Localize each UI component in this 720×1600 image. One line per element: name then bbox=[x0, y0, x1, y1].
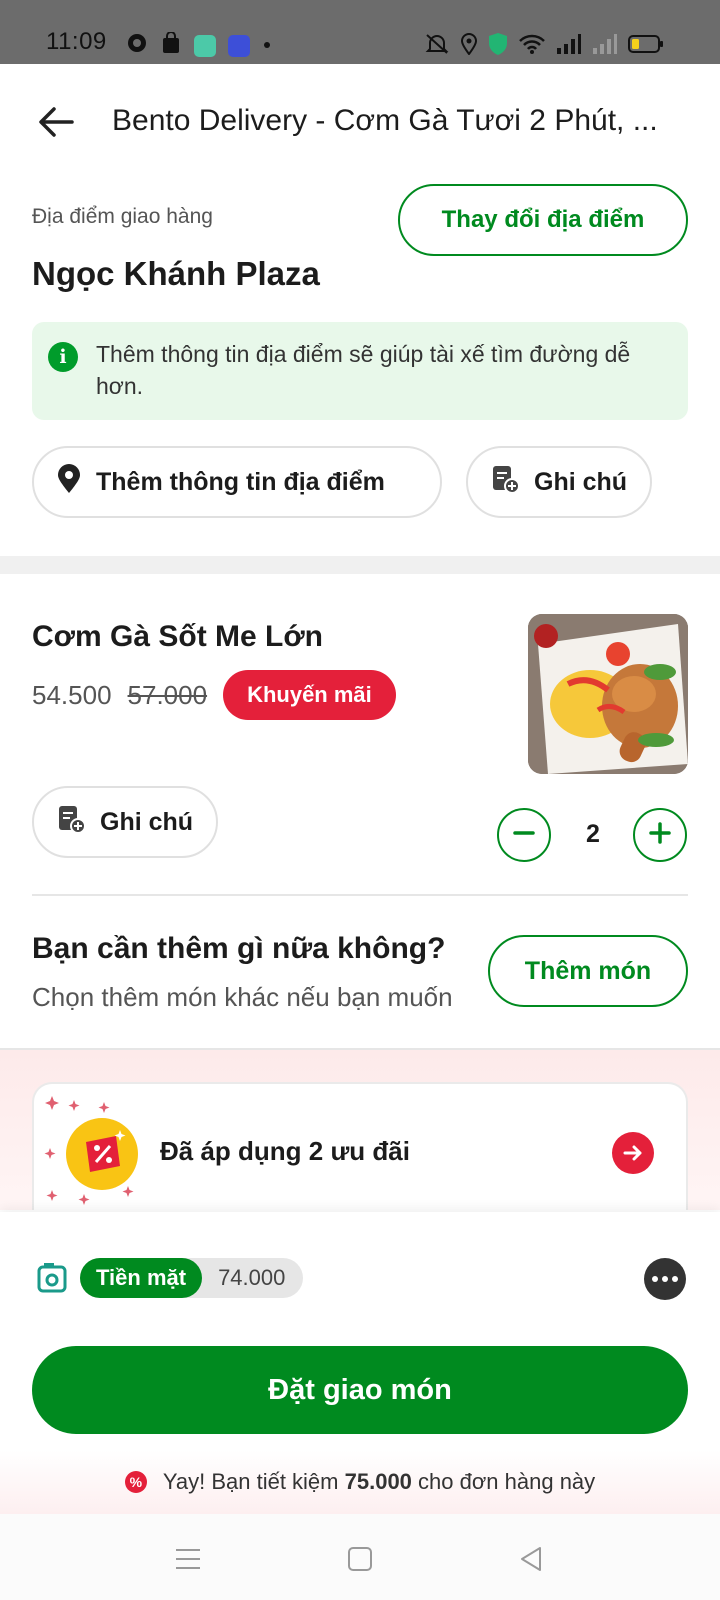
payment-method-label: Tiền mặt bbox=[80, 1258, 203, 1298]
add-location-info-label: Thêm thông tin địa điểm bbox=[96, 467, 385, 496]
signal-secondary-icon bbox=[592, 33, 618, 60]
shield-icon bbox=[488, 32, 508, 61]
menu-icon[interactable] bbox=[173, 1544, 203, 1574]
back-icon[interactable] bbox=[516, 1544, 546, 1574]
plus-icon bbox=[648, 821, 672, 850]
food-image bbox=[528, 614, 688, 774]
status-bar: 11:09 bbox=[0, 0, 720, 64]
delivery-location-label: Địa điểm giao hàng bbox=[32, 205, 213, 228]
location-pin-icon bbox=[56, 463, 82, 501]
promo-badge: Khuyến mãi bbox=[223, 670, 396, 720]
app-header: Bento Delivery - Cơm Gà Tươi 2 Phút, ... bbox=[0, 64, 720, 174]
location-icon bbox=[460, 33, 478, 60]
add-more-subtitle: Chọn thêm món khác nếu bạn muốn bbox=[32, 982, 453, 1012]
back-arrow-icon[interactable] bbox=[34, 100, 78, 144]
delivery-location-name: Ngọc Khánh Plaza bbox=[32, 255, 320, 292]
section-divider bbox=[0, 556, 720, 574]
battery-icon bbox=[628, 33, 664, 60]
item-note-button[interactable]: Ghi chú bbox=[32, 786, 218, 858]
promo-coupon-icon bbox=[66, 1118, 138, 1190]
add-item-button[interactable]: Thêm món bbox=[488, 935, 688, 1007]
discount-icon: % bbox=[124, 1471, 147, 1493]
info-banner-text: Thêm thông tin địa điểm sẽ giúp tài xế t… bbox=[96, 341, 631, 399]
applied-promotions-card[interactable]: Đã áp dụng 2 ưu đãi bbox=[32, 1082, 688, 1210]
delivery-note-label: Ghi chú bbox=[534, 467, 628, 496]
signal-icon bbox=[556, 33, 582, 60]
savings-amount: 75.000 bbox=[344, 1469, 412, 1494]
shopping-bag-icon bbox=[160, 31, 182, 59]
delivery-note-button[interactable]: Ghi chú bbox=[466, 446, 652, 518]
payment-amount: 74.000 bbox=[218, 1265, 286, 1290]
divider bbox=[32, 894, 688, 896]
item-original-price: 57.000 bbox=[127, 679, 208, 710]
item-name: Cơm Gà Sốt Me Lớn bbox=[32, 620, 324, 653]
note-add-icon bbox=[490, 464, 520, 501]
info-icon: i bbox=[48, 342, 78, 372]
decrease-quantity-button[interactable] bbox=[497, 808, 551, 862]
change-location-button[interactable]: Thay đổi địa điểm bbox=[398, 184, 688, 256]
page-title: Bento Delivery - Cơm Gà Tươi 2 Phút, ... bbox=[112, 104, 658, 137]
item-price: 54.500 bbox=[32, 679, 112, 710]
savings-suffix: cho đơn hàng này bbox=[418, 1469, 596, 1494]
wifi-icon bbox=[518, 33, 546, 60]
note-add-icon bbox=[56, 804, 86, 841]
payment-method-selector[interactable]: Tiền mặt 74.000 bbox=[80, 1258, 304, 1298]
more-notifications-dot-icon bbox=[262, 37, 272, 55]
applied-promotions-text: Đã áp dụng 2 ưu đãi bbox=[160, 1136, 410, 1166]
add-location-info-button[interactable]: Thêm thông tin địa điểm bbox=[32, 446, 442, 518]
more-options-icon[interactable] bbox=[644, 1258, 686, 1300]
status-time: 11:09 bbox=[46, 28, 107, 55]
app-icon-green bbox=[194, 34, 216, 57]
status-notification-icons bbox=[126, 31, 272, 59]
place-order-button[interactable]: Đặt giao món bbox=[32, 1346, 688, 1434]
item-quantity: 2 bbox=[586, 820, 600, 848]
home-icon[interactable] bbox=[345, 1544, 375, 1574]
mute-icon bbox=[424, 33, 450, 60]
item-price-row: 54.500 57.000 Khuyến mãi bbox=[32, 670, 396, 720]
system-navigation-bar bbox=[0, 1514, 720, 1600]
savings-message: % Yay! Bạn tiết kiệm 75.000 cho đơn hàng… bbox=[0, 1450, 720, 1514]
status-system-icons bbox=[424, 32, 664, 61]
minus-icon bbox=[512, 821, 536, 850]
arrow-right-icon[interactable] bbox=[612, 1132, 654, 1174]
location-info-banner: i Thêm thông tin địa điểm sẽ giúp tài xế… bbox=[32, 322, 688, 420]
app-notification-icon bbox=[126, 32, 148, 59]
cash-icon bbox=[36, 1262, 68, 1294]
item-note-label: Ghi chú bbox=[100, 807, 194, 836]
savings-prefix: Yay! Bạn tiết kiệm bbox=[162, 1469, 339, 1494]
app-icon-blue bbox=[228, 34, 250, 57]
increase-quantity-button[interactable] bbox=[633, 808, 687, 862]
add-more-title: Bạn cần thêm gì nữa không? bbox=[32, 932, 446, 965]
